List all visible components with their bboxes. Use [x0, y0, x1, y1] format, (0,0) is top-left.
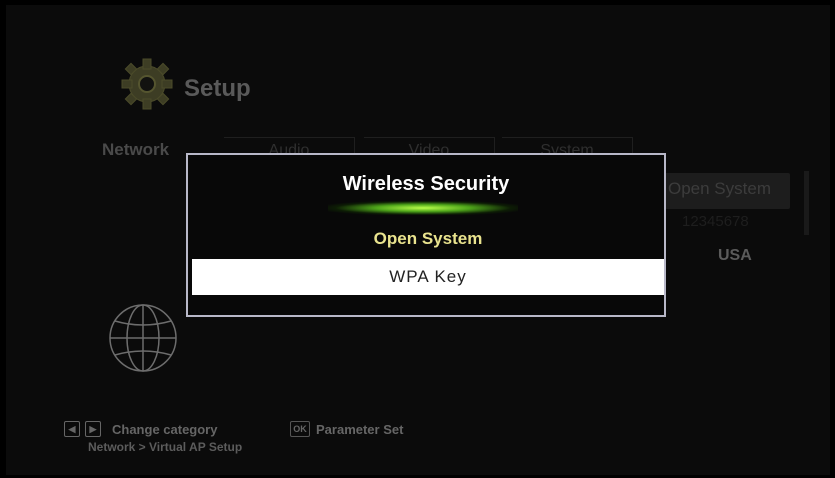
dialog-title: Wireless Security — [342, 173, 510, 195]
change-category-hint: ◀ ▶ Change category — [64, 421, 217, 437]
title-glow — [328, 201, 518, 215]
change-category-label: Change category — [112, 421, 218, 437]
gear-icon — [121, 58, 173, 110]
arrow-right-icon: ▶ — [85, 421, 101, 437]
wireless-security-dialog: Wireless Security Open System WPA Key — [186, 153, 666, 317]
option-wpa-key[interactable]: WPA Key — [192, 259, 664, 295]
option-open-system[interactable]: Open System — [192, 221, 664, 257]
tv-screen: Setup Network Audio Video System Open Sy… — [6, 5, 830, 475]
breadcrumb: Network > Virtual AP Setup — [88, 440, 243, 454]
password-value: 12345678 — [682, 213, 749, 230]
security-value: Open System — [668, 179, 771, 198]
scrollbar[interactable] — [804, 171, 809, 235]
parameter-set-label: Parameter Set — [316, 422, 404, 437]
arrow-left-icon: ◀ — [64, 421, 80, 437]
globe-icon — [109, 304, 177, 372]
ok-key-icon: OK — [290, 421, 310, 437]
setup-title: Setup — [184, 75, 251, 102]
country-value: USA — [718, 247, 752, 264]
